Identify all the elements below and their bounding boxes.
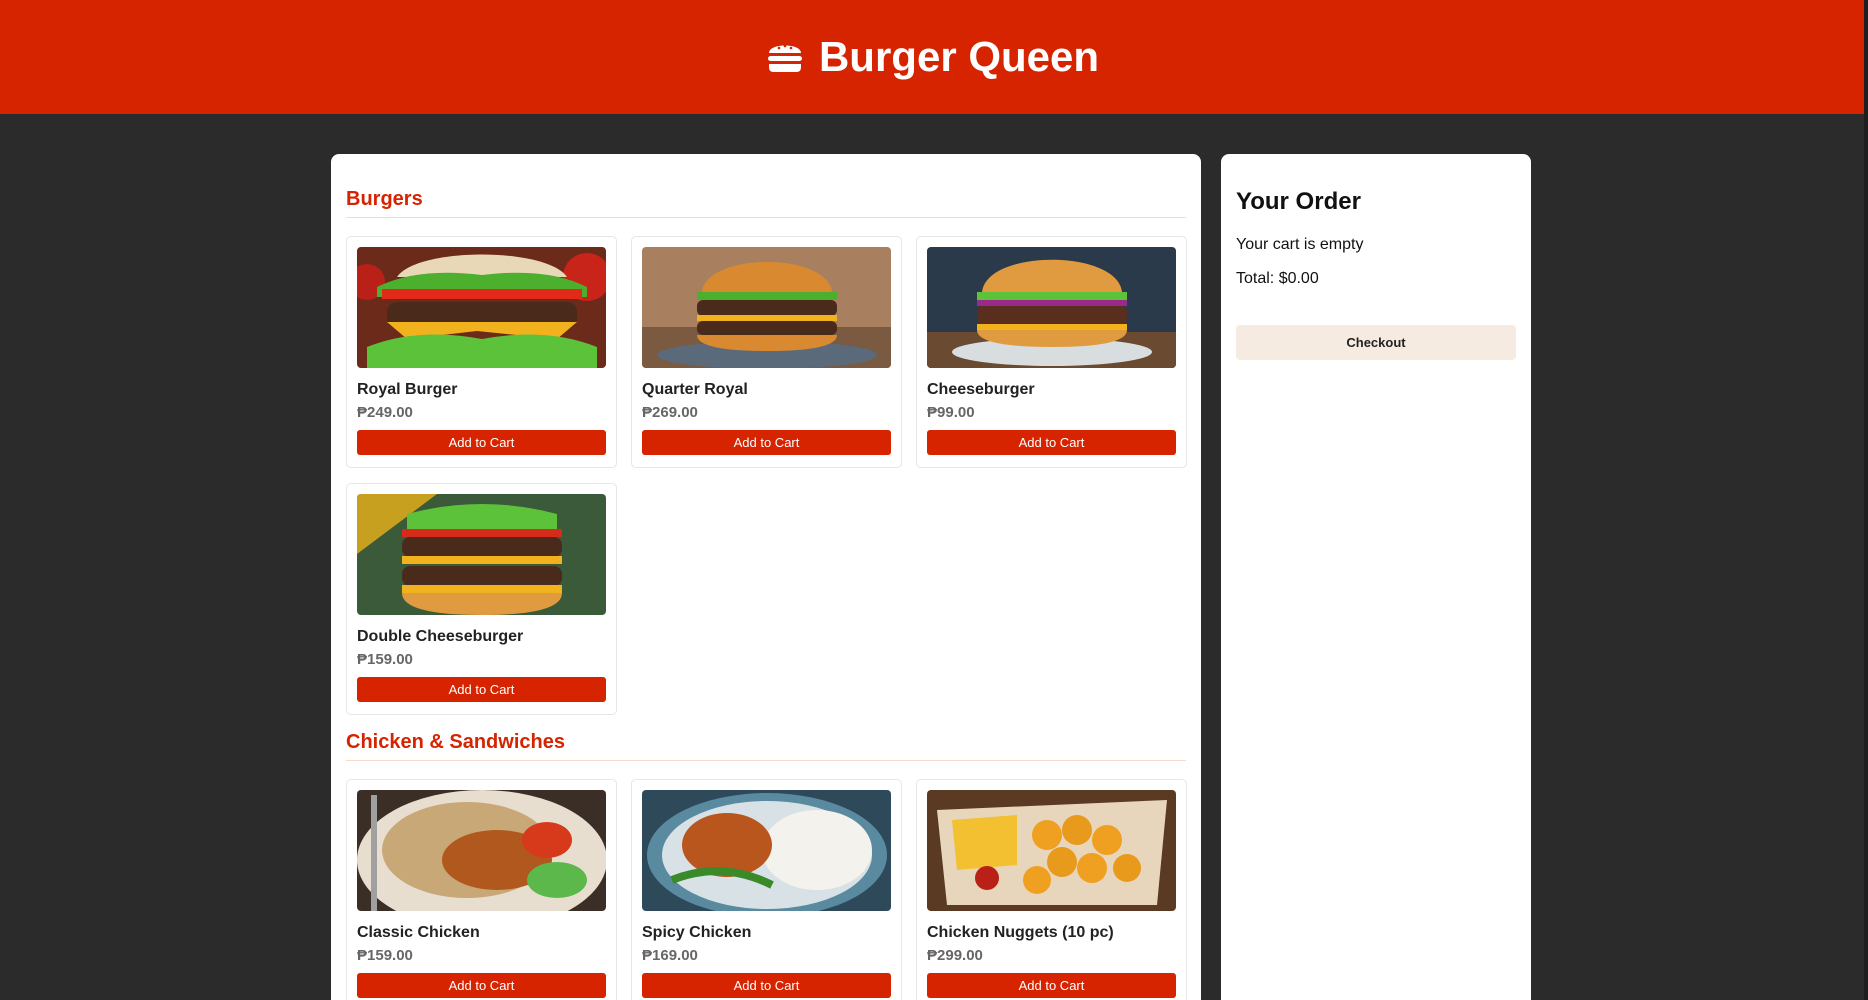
menu-grid-chicken: Classic Chicken ₱159.00 Add to Cart Spic… [346, 779, 1187, 1000]
classic-chicken-image [357, 790, 606, 911]
add-to-cart-button[interactable]: Add to Cart [927, 973, 1176, 998]
item-price: ₱159.00 [357, 651, 413, 668]
add-to-cart-button[interactable]: Add to Cart [357, 430, 606, 455]
menu-item-card: Quarter Royal ₱269.00 Add to Cart [631, 236, 902, 468]
item-name: Cheeseburger [927, 381, 1035, 398]
menu-item-card: Classic Chicken ₱159.00 Add to Cart [346, 779, 617, 1000]
item-name: Double Cheeseburger [357, 628, 524, 645]
menu-item-card: Spicy Chicken ₱169.00 Add to Cart [631, 779, 902, 1000]
burger-icon [767, 44, 802, 72]
cart-total: Total: $0.00 [1236, 270, 1319, 287]
spicy-chicken-image [642, 790, 891, 911]
checkout-button[interactable]: Checkout [1236, 325, 1516, 360]
royal-burger-image [357, 247, 606, 368]
quarter-royal-image [642, 247, 891, 368]
item-price: ₱299.00 [927, 947, 983, 964]
menu-item-card: Chicken Nuggets (10 pc) ₱299.00 Add to C… [916, 779, 1187, 1000]
item-name: Quarter Royal [642, 381, 748, 398]
category-title-burgers: Burgers [346, 154, 1186, 218]
cart-empty-message: Your cart is empty [1236, 236, 1364, 253]
item-price: ₱169.00 [642, 947, 698, 964]
category-title-chicken: Chicken & Sandwiches [346, 731, 1186, 761]
item-price: ₱99.00 [927, 404, 975, 421]
order-panel: Your Order Your cart is empty Total: $0.… [1221, 154, 1531, 1000]
item-price: ₱159.00 [357, 947, 413, 964]
page-title: Burger Queen [818, 33, 1100, 80]
menu-grid-burgers: Royal Burger ₱249.00 Add to Cart Quarter… [346, 236, 1187, 715]
site-header: Burger Queen [0, 0, 1864, 114]
menu-panel: Burgers Royal Burger ₱249.00 Add to Cart [331, 154, 1201, 1000]
double-cheeseburger-image [357, 494, 606, 615]
menu-item-card: Double Cheeseburger ₱159.00 Add to Cart [346, 483, 617, 715]
add-to-cart-button[interactable]: Add to Cart [357, 973, 606, 998]
scrollbar[interactable] [1864, 0, 1868, 1000]
item-price: ₱249.00 [357, 404, 413, 421]
item-name: Classic Chicken [357, 924, 480, 941]
order-title: Your Order [1236, 188, 1361, 215]
chicken-nuggets-image [927, 790, 1176, 911]
item-name: Spicy Chicken [642, 924, 752, 941]
item-name: Royal Burger [357, 381, 458, 398]
menu-item-card: Royal Burger ₱249.00 Add to Cart [346, 236, 617, 468]
add-to-cart-button[interactable]: Add to Cart [642, 973, 891, 998]
add-to-cart-button[interactable]: Add to Cart [357, 677, 606, 702]
item-price: ₱269.00 [642, 404, 698, 421]
cheeseburger-image [927, 247, 1176, 368]
item-name: Chicken Nuggets (10 pc) [927, 924, 1114, 941]
menu-item-card: Cheeseburger ₱99.00 Add to Cart [916, 236, 1187, 468]
add-to-cart-button[interactable]: Add to Cart [642, 430, 891, 455]
add-to-cart-button[interactable]: Add to Cart [927, 430, 1176, 455]
